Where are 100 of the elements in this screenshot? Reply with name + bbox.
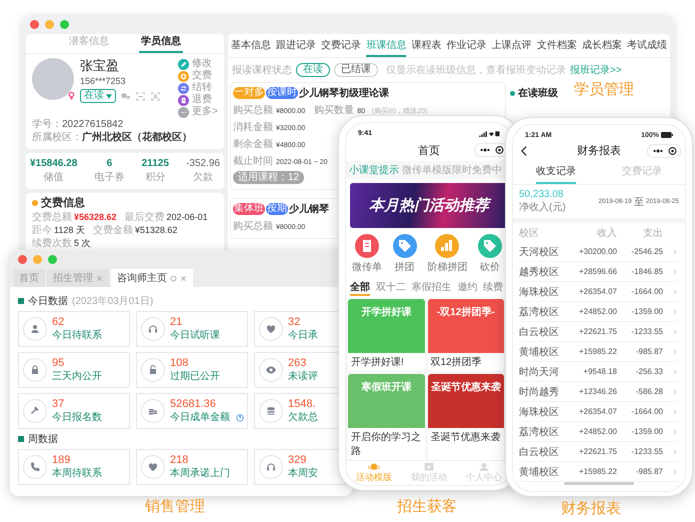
close-icon[interactable] (96, 274, 103, 282)
shortcut-button[interactable]: 拼团 (392, 234, 417, 274)
tab[interactable]: 收支记录 (536, 164, 576, 184)
caret-icon (106, 94, 112, 98)
stat-value: 21 (170, 316, 184, 329)
column-header: 收入 (596, 226, 617, 240)
close-icon[interactable] (180, 274, 187, 282)
page-tab[interactable]: 咨询师主页 (111, 269, 193, 287)
section-title: 今日数据 (28, 295, 68, 308)
tab[interactable]: 成长档案 (582, 38, 622, 57)
shortcut-button[interactable]: 砍价 (478, 234, 502, 274)
phone-number: 156***7253 (80, 75, 127, 87)
table-row[interactable]: 海珠校区 +26354.07 -1664.00 (519, 402, 679, 422)
close-button[interactable] (30, 20, 39, 29)
category-tab[interactable]: 寒假招生 (412, 280, 452, 296)
maximize-button[interactable] (48, 255, 57, 264)
template-card[interactable]: 圣诞节优惠来袭 圣诞节优惠来袭 (428, 374, 504, 460)
category-tab[interactable]: 全部 (350, 280, 370, 296)
category-tab[interactable]: 续费 (483, 280, 503, 296)
scan-icon[interactable] (135, 90, 146, 102)
tab[interactable]: 交费记录 (321, 38, 362, 57)
course-tag: 一对多 (233, 87, 265, 99)
shortcut-button[interactable]: 微传单 (352, 234, 382, 274)
table-row[interactable]: 越秀校区 +28596.66 -1846.85 (519, 262, 679, 282)
table-row[interactable]: 白云校区 +22621.75 -1233.55 (519, 322, 679, 342)
avatar-placeholder (32, 58, 74, 100)
table-row[interactable]: 荔湾校区 +24852.00 -1359.00 (519, 302, 679, 322)
bullet-icon (18, 436, 24, 442)
tab[interactable]: 上课点评 (492, 38, 532, 57)
chat-icon[interactable] (120, 90, 131, 102)
maximize-button[interactable] (60, 20, 69, 29)
caption: 销售管理 (145, 497, 205, 516)
tab[interactable]: 文件档案 (536, 38, 577, 57)
section-title: 交费信息 (41, 197, 85, 209)
stat-label: 本周待联系 (52, 467, 102, 480)
table-row[interactable]: 荔湾校区 +24852.00 -1359.00 (519, 422, 679, 442)
person-icon (23, 317, 47, 341)
table-row[interactable]: 时尚天河 +9548.18 -256.33 (519, 362, 679, 382)
tab[interactable]: 课程表 (411, 38, 442, 57)
field-label: 学号： (32, 119, 62, 131)
face-scan-icon[interactable] (150, 90, 161, 102)
field-label: 续费次数 (32, 238, 72, 250)
stat-value: 6 (106, 158, 112, 170)
table-row[interactable]: 天河校区 +30200.00 -2546.25 (519, 242, 679, 262)
section-title: 周数据 (28, 433, 58, 446)
tab[interactable]: 跟进记录 (276, 38, 316, 57)
stat-value: 62 (52, 316, 66, 329)
capsule-menu-icon[interactable] (474, 143, 508, 158)
category-tab[interactable]: 双十二 (376, 280, 406, 296)
field-label: 距今 (32, 225, 52, 237)
tab[interactable]: 基本信息 (231, 38, 271, 57)
chevron-icon (673, 308, 677, 315)
refresh-icon[interactable] (170, 274, 177, 282)
capsule-menu-icon[interactable] (647, 144, 681, 158)
stat-label: 未读评 (288, 370, 318, 383)
category-tab[interactable]: 邀约 (457, 280, 478, 296)
shortcut-button[interactable]: 阶梯拼团 (427, 234, 468, 274)
net-income-value: 50,233.08 (519, 189, 564, 200)
template-title: 双12拼团季 (430, 356, 483, 370)
close-button[interactable] (18, 255, 27, 264)
table-row[interactable]: 黄埔校区 +15985.22 -985.87 (519, 342, 679, 362)
course-title: 少儿钢琴初级理论课 (299, 86, 389, 100)
table-row[interactable]: 白云校区 +22621.75 -1233.55 (519, 442, 679, 462)
stat-label: 三天内公开 (52, 370, 102, 383)
tab[interactable]: 作业记录 (446, 38, 487, 57)
stat-label: 今日报名数 (52, 411, 102, 424)
stat-label: 今日成单金额 (170, 411, 244, 424)
minimize-button[interactable] (33, 255, 42, 264)
template-title: 圣诞节优惠来袭 (430, 430, 502, 445)
stat-value: 329 (288, 454, 308, 467)
unlocked-lock-icon (141, 358, 165, 382)
table-row[interactable]: 海珠校区 +26354.07 -1664.00 (519, 282, 679, 302)
help-icon[interactable] (236, 414, 244, 422)
person-icon (478, 462, 491, 472)
poster-art: -双12拼团季- (428, 298, 504, 353)
headphones-icon (141, 317, 165, 341)
bullet-icon (32, 200, 38, 206)
chevron-icon (673, 288, 677, 295)
table-row[interactable]: 时尚越秀 +12346.26 -586.28 (519, 382, 679, 402)
back-icon[interactable] (521, 146, 527, 156)
stat-value: 189 (52, 454, 72, 467)
female-icon (67, 91, 76, 100)
filter-pill[interactable]: 已结课 (334, 63, 378, 77)
minimize-button[interactable] (45, 20, 54, 29)
phone-icon (23, 455, 47, 479)
bullet-icon (18, 298, 24, 304)
tab[interactable]: 考试成绩 (626, 38, 667, 57)
stat-value: 108 (170, 357, 190, 370)
promo-banner[interactable]: 本月热门活动推荐 (350, 182, 508, 228)
tab[interactable]: 学员信息 (139, 34, 183, 53)
caption: 招生获客 (397, 497, 457, 516)
course-tag: 集体班 (233, 203, 265, 215)
caption: 学员管理 (574, 80, 634, 99)
stat-label: 本周安 (288, 467, 318, 480)
stat-value: 218 (170, 454, 190, 467)
template-card[interactable]: 寒假班开课 开启你的学习之路 (348, 374, 424, 460)
template-card[interactable]: 开学拼好课 开学拼好课! (348, 298, 424, 371)
template-card[interactable]: -双12拼团季- 双12拼团季 (428, 298, 504, 371)
coins-icon (141, 399, 165, 423)
status-icons (478, 130, 500, 138)
